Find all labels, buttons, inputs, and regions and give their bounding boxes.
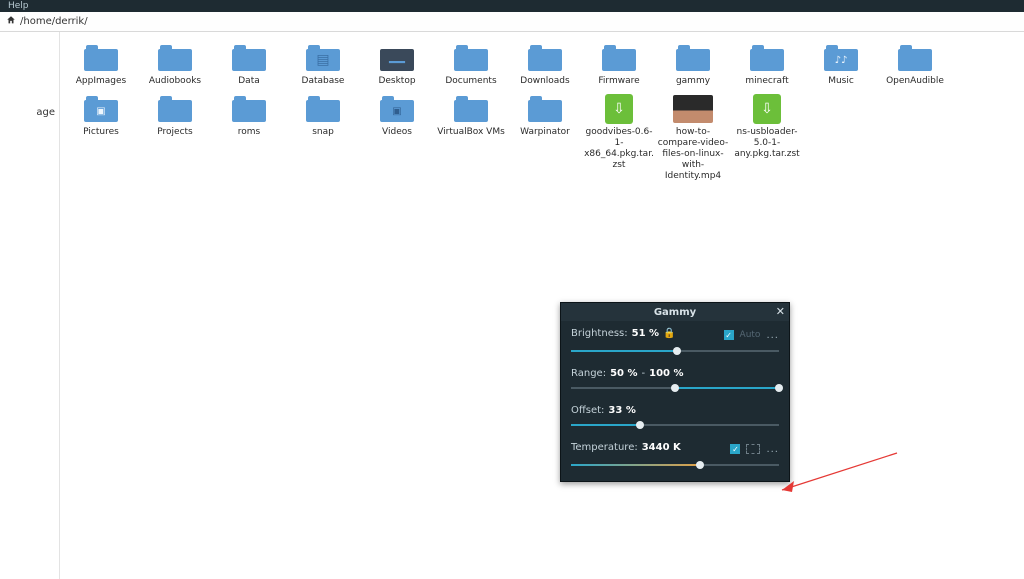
- sidebar: age: [0, 32, 60, 579]
- file-item[interactable]: VirtualBox VMs: [434, 93, 508, 182]
- file-item[interactable]: Desktop: [360, 42, 434, 87]
- folder-icon: [602, 45, 636, 71]
- offset-value: 33 %: [608, 405, 635, 416]
- temperature-slider[interactable]: [571, 459, 779, 471]
- gammy-titlebar[interactable]: Gammy ✕: [561, 303, 789, 321]
- file-label: VirtualBox VMs: [437, 127, 505, 138]
- file-label: Audiobooks: [149, 76, 201, 87]
- file-item[interactable]: roms: [212, 93, 286, 182]
- file-label: Warpinator: [520, 127, 570, 138]
- file-item[interactable]: ns-usbloader-5.0-1-any.pkg.tar.zst: [730, 93, 804, 182]
- file-label: Database: [302, 76, 345, 87]
- sidebar-item[interactable]: age: [0, 107, 55, 118]
- file-item[interactable]: Videos: [360, 93, 434, 182]
- folder-icon: [232, 96, 266, 122]
- folder-icon: [898, 45, 932, 71]
- file-label: Videos: [382, 127, 412, 138]
- temperature-label: Temperature:: [571, 442, 638, 453]
- close-icon[interactable]: ✕: [776, 305, 785, 318]
- file-label: Data: [238, 76, 260, 87]
- file-item[interactable]: Documents: [434, 42, 508, 87]
- file-label: OpenAudible: [886, 76, 944, 87]
- menubar: Help: [0, 0, 1024, 12]
- lock-icon[interactable]: 🔒: [663, 328, 675, 339]
- folder-icon: [380, 96, 414, 122]
- file-item[interactable]: minecraft: [730, 42, 804, 87]
- range-high: 100 %: [649, 368, 683, 379]
- file-item[interactable]: gammy: [656, 42, 730, 87]
- file-label: how-to-compare-video-files-on-linux-with…: [657, 127, 729, 182]
- file-item[interactable]: Downloads: [508, 42, 582, 87]
- folder-icon: [454, 96, 488, 122]
- file-label: Firmware: [598, 76, 639, 87]
- folder-icon: [306, 45, 340, 71]
- range-sep: -: [642, 368, 646, 379]
- folder-icon: [158, 45, 192, 71]
- folder-icon: [158, 96, 192, 122]
- range-slider[interactable]: [571, 382, 779, 394]
- menu-help[interactable]: Help: [8, 1, 29, 11]
- file-label: Music: [828, 76, 854, 87]
- file-label: Pictures: [83, 127, 119, 138]
- file-item[interactable]: OpenAudible: [878, 42, 952, 87]
- file-item[interactable]: Projects: [138, 93, 212, 182]
- folder-icon: [676, 45, 710, 71]
- file-label: minecraft: [745, 76, 788, 87]
- file-label: gammy: [676, 76, 710, 87]
- temperature-focus-rect[interactable]: [746, 444, 760, 454]
- file-item[interactable]: Warpinator: [508, 93, 582, 182]
- folder-icon: [380, 45, 414, 71]
- folder-icon: [824, 45, 858, 71]
- file-item[interactable]: snap: [286, 93, 360, 182]
- brightness-label: Brightness:: [571, 328, 628, 339]
- video-thumbnail-icon: [673, 95, 713, 123]
- file-item[interactable]: Audiobooks: [138, 42, 212, 87]
- pathbar[interactable]: /home/derrik/: [0, 12, 1024, 32]
- range-low: 50 %: [610, 368, 637, 379]
- file-item[interactable]: how-to-compare-video-files-on-linux-with…: [656, 93, 730, 182]
- brightness-value: 51 %: [632, 328, 659, 339]
- offset-slider[interactable]: [571, 419, 779, 431]
- folder-icon: [232, 45, 266, 71]
- offset-label: Offset:: [571, 405, 604, 416]
- path-text: /home/derrik/: [20, 16, 88, 27]
- file-item[interactable]: Pictures: [64, 93, 138, 182]
- folder-icon: [84, 96, 118, 122]
- file-label: goodvibes-0.6-1-x86_64.pkg.tar.zst: [583, 127, 655, 171]
- temperature-value: 3440 K: [642, 442, 681, 453]
- temperature-auto-checkbox[interactable]: [730, 444, 740, 454]
- brightness-auto-label: Auto: [740, 330, 761, 340]
- brightness-slider[interactable]: [571, 345, 779, 357]
- package-icon: [753, 94, 781, 124]
- folder-icon: [454, 45, 488, 71]
- gammy-popup: Gammy ✕ Brightness: 51 % 🔒 Auto ... Rang…: [560, 302, 790, 482]
- file-label: snap: [312, 127, 334, 138]
- file-item[interactable]: AppImages: [64, 42, 138, 87]
- range-label: Range:: [571, 368, 606, 379]
- brightness-auto-checkbox[interactable]: [724, 330, 734, 340]
- gammy-title: Gammy: [654, 307, 696, 318]
- file-item[interactable]: Music: [804, 42, 878, 87]
- file-item[interactable]: Database: [286, 42, 360, 87]
- package-icon: [605, 94, 633, 124]
- file-label: Projects: [157, 127, 192, 138]
- temperature-menu-icon[interactable]: ...: [766, 444, 779, 455]
- file-label: ns-usbloader-5.0-1-any.pkg.tar.zst: [731, 127, 803, 160]
- file-view[interactable]: AppImages Audiobooks Data Database Desktop Do…: [60, 32, 1024, 579]
- file-item[interactable]: goodvibes-0.6-1-x86_64.pkg.tar.zst: [582, 93, 656, 182]
- folder-icon: [306, 96, 340, 122]
- home-icon: [6, 15, 16, 28]
- folder-icon: [528, 45, 562, 71]
- folder-icon: [84, 45, 118, 71]
- folder-icon: [528, 96, 562, 122]
- file-label: roms: [238, 127, 260, 138]
- file-item[interactable]: Data: [212, 42, 286, 87]
- file-label: Downloads: [520, 76, 569, 87]
- file-item[interactable]: Firmware: [582, 42, 656, 87]
- file-label: Documents: [445, 76, 496, 87]
- file-label: AppImages: [76, 76, 126, 87]
- brightness-menu-icon[interactable]: ...: [766, 330, 779, 341]
- folder-icon: [750, 45, 784, 71]
